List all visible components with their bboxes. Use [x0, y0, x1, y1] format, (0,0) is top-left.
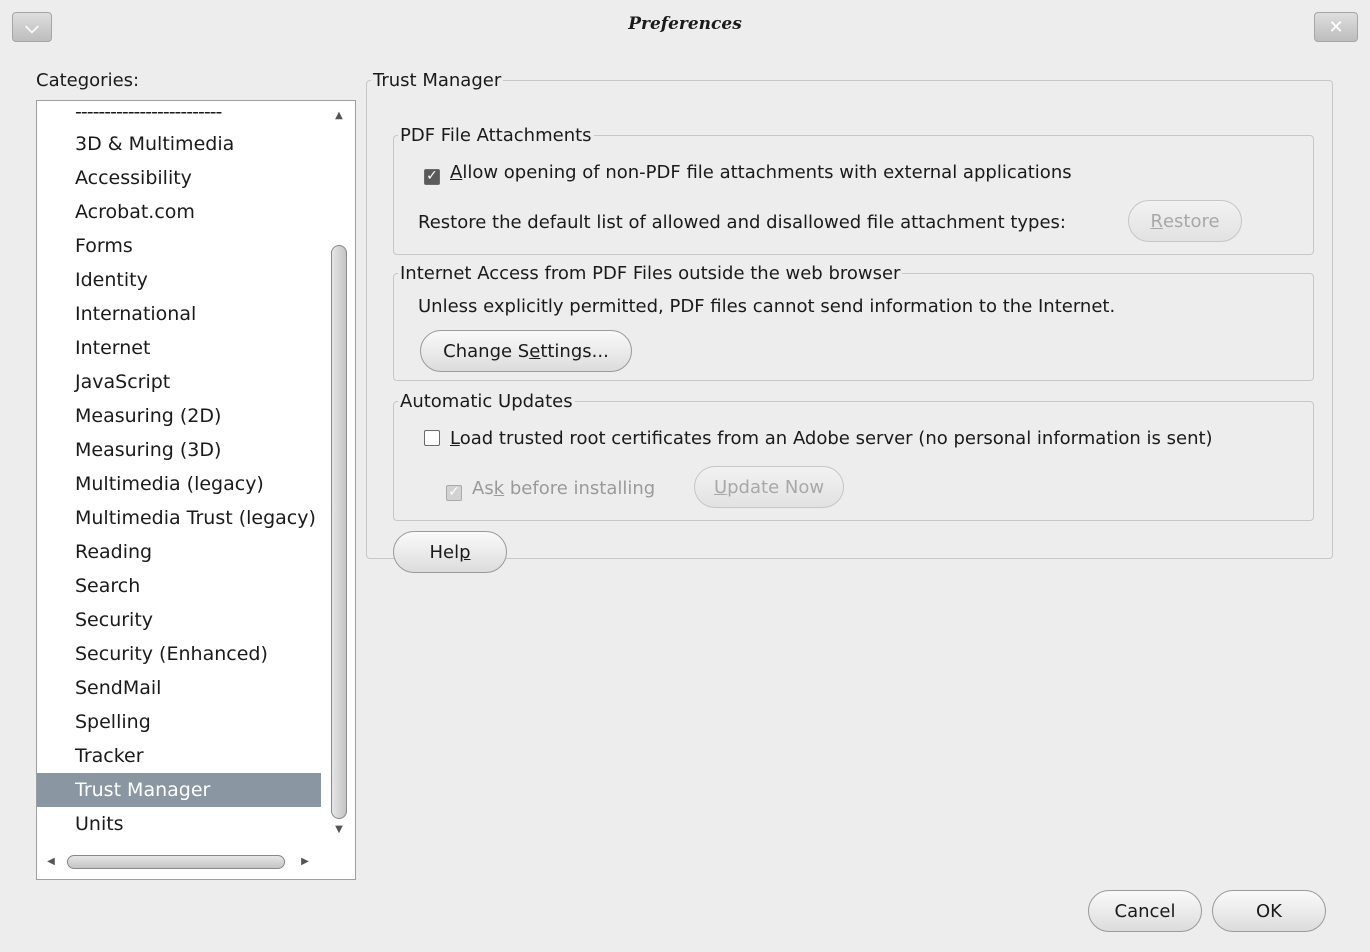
help-button[interactable]: Hel p: [393, 531, 507, 573]
category-item[interactable]: Multimedia Trust (legacy): [37, 501, 321, 535]
automatic-updates-group: Automatic Updates Load trusted root cert…: [393, 391, 1314, 521]
cancel-button[interactable]: Cancel: [1088, 890, 1202, 932]
ask-label: before installing: [504, 478, 656, 499]
category-item[interactable]: Measuring (3D): [37, 433, 321, 467]
ask-before-installing-checkbox[interactable]: ✓: [446, 485, 462, 501]
category-item[interactable]: International: [37, 297, 321, 331]
allow-attachments-mnemonic: A: [450, 162, 463, 183]
change-settings-label: ttings...: [540, 340, 609, 362]
change-settings-mnemonic: e: [529, 340, 541, 362]
scroll-right-icon[interactable]: ▶: [293, 849, 317, 875]
category-item[interactable]: Units: [37, 807, 321, 841]
vertical-scrollbar[interactable]: ▲ ▼: [325, 103, 353, 843]
category-item[interactable]: Measuring (2D): [37, 399, 321, 433]
load-certificates-checkbox-row[interactable]: Load trusted root certificates from an A…: [424, 428, 1213, 449]
categories-label: Categories:: [36, 70, 139, 91]
vertical-scroll-thumb[interactable]: [331, 245, 347, 819]
trust-manager-panel: Trust Manager PDF File Attachments ✓ Allo…: [366, 70, 1333, 573]
restore-button[interactable]: Restore: [1128, 200, 1242, 242]
category-item[interactable]: Identity: [37, 263, 321, 297]
category-item[interactable]: Reading: [37, 535, 321, 569]
load-certificates-mnemonic: L: [450, 428, 460, 449]
load-certificates-checkbox[interactable]: [424, 430, 440, 446]
categories-label-part: Cate: [36, 70, 78, 91]
category-item[interactable]: Tracker: [37, 739, 321, 773]
scroll-up-icon[interactable]: ▲: [325, 103, 353, 129]
category-item[interactable]: SendMail: [37, 671, 321, 705]
window-title: Preferences: [628, 14, 742, 34]
change-settings-label: Change S: [443, 340, 530, 362]
allow-attachments-checkbox[interactable]: ✓: [424, 169, 440, 185]
close-button[interactable]: ✕: [1314, 12, 1358, 42]
change-settings-button[interactable]: Change Se ttings...: [420, 330, 632, 372]
category-item[interactable]: Multimedia (legacy): [37, 467, 321, 501]
title-bar: ⌵ Preferences ✕: [0, 0, 1370, 52]
help-mnemonic: p: [459, 541, 471, 563]
ok-button[interactable]: OK: [1212, 890, 1326, 932]
categories-items: ------------------------- 3D & Multimedia…: [37, 101, 321, 847]
pdf-attachments-legend: PDF File Attachments: [400, 125, 592, 146]
allow-attachments-checkbox-row[interactable]: ✓ Allow opening of non-PDF file attachmen…: [424, 162, 1072, 185]
category-item[interactable]: Security (Enhanced): [37, 637, 321, 671]
restore-text: Restore the default list of allowed and …: [418, 212, 1066, 233]
category-item[interactable]: 3D & Multimedia: [37, 127, 321, 161]
trust-manager-title: Trust Manager: [373, 70, 502, 91]
update-now-mnemonic: U: [713, 476, 728, 498]
update-now-button[interactable]: Update Now: [694, 466, 844, 508]
close-icon: ✕: [1328, 16, 1344, 38]
load-certificates-label: oad trusted root certificates from an Ad…: [459, 428, 1213, 449]
category-item[interactable]: Acrobat.com: [37, 195, 321, 229]
automatic-updates-legend: Automatic Updates: [400, 391, 573, 412]
categories-list[interactable]: ------------------------- 3D & Multimedia…: [36, 100, 356, 880]
help-label: Hel: [429, 541, 460, 563]
category-separator: -------------------------: [75, 101, 222, 123]
ask-before-installing-row[interactable]: ✓ Ask before installing: [446, 478, 655, 501]
category-item[interactable]: Accessibility: [37, 161, 321, 195]
category-item[interactable]: Spelling: [37, 705, 321, 739]
internet-access-text: Unless explicitly permitted, PDF files c…: [418, 296, 1116, 317]
horizontal-scroll-thumb[interactable]: [67, 855, 285, 869]
internet-access-group: Internet Access from PDF Files outside t…: [393, 263, 1314, 381]
ask-mnemonic: k: [493, 478, 505, 499]
restore-mnemonic: R: [1150, 210, 1163, 232]
category-item[interactable]: Forms: [37, 229, 321, 263]
scroll-left-icon[interactable]: ◀: [39, 849, 63, 875]
categories-label-part: ories:: [89, 70, 140, 91]
pdf-attachments-group: PDF File Attachments ✓ Allow opening of n…: [393, 125, 1314, 255]
category-item[interactable]: Trust Manager: [37, 773, 321, 807]
update-now-label: pdate Now: [727, 476, 825, 498]
internet-access-legend: Internet Access from PDF Files outside t…: [400, 263, 901, 284]
categories-label-mnemonic: g: [77, 70, 90, 91]
category-item[interactable]: Security: [37, 603, 321, 637]
category-item[interactable]: JavaScript: [37, 365, 321, 399]
category-item[interactable]: Internet: [37, 331, 321, 365]
horizontal-scrollbar[interactable]: ◀ ▶: [39, 849, 319, 875]
scroll-down-icon[interactable]: ▼: [325, 817, 353, 843]
allow-attachments-label: llow opening of non-PDF file attachments…: [462, 162, 1072, 183]
restore-label: estore: [1162, 210, 1220, 232]
ask-label: As: [472, 478, 494, 499]
category-item[interactable]: Search: [37, 569, 321, 603]
